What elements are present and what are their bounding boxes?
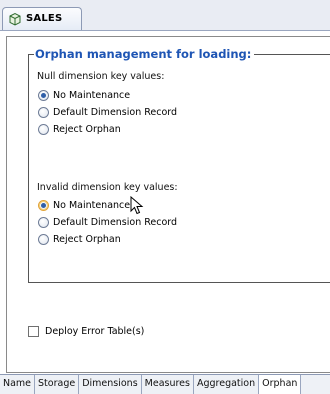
null-reject-orphan-radio[interactable] <box>38 123 49 135</box>
cube-editor-window: SALES Orphan management for loading: Nul… <box>0 0 330 394</box>
cube-icon <box>9 12 21 26</box>
null-default-dimension-record-radio[interactable] <box>38 106 49 118</box>
null-reject-orphan-label: Reject Orphan <box>53 123 121 135</box>
null-no-maintenance-option[interactable]: No Maintenance <box>38 87 130 103</box>
null-default-dimension-record-option[interactable]: Default Dimension Record <box>38 104 177 120</box>
tab-name[interactable]: Name <box>0 375 36 394</box>
mouse-pointer-icon <box>130 196 144 215</box>
invalid-no-maintenance-radio[interactable] <box>38 199 49 211</box>
invalid-reject-orphan-radio[interactable] <box>38 233 49 245</box>
editor-tab-strip: SALES <box>0 0 330 31</box>
null-no-maintenance-label: No Maintenance <box>53 89 131 101</box>
null-key-values-label: Null dimension key values: <box>37 71 165 82</box>
invalid-no-maintenance-option[interactable]: No Maintenance <box>38 197 130 213</box>
null-reject-orphan-option[interactable]: Reject Orphan <box>38 121 121 137</box>
invalid-reject-orphan-label: Reject Orphan <box>53 233 121 245</box>
invalid-default-dimension-record-radio[interactable] <box>38 216 49 228</box>
invalid-default-dimension-record-label: Default Dimension Record <box>53 216 178 228</box>
invalid-reject-orphan-option[interactable]: Reject Orphan <box>38 231 121 247</box>
tab-orphan[interactable]: Orphan <box>259 375 302 394</box>
orphan-management-title: Orphan management for loading: <box>34 47 255 61</box>
invalid-no-maintenance-label: No Maintenance <box>53 199 131 211</box>
null-no-maintenance-radio[interactable] <box>38 89 49 101</box>
invalid-key-values-label: Invalid dimension key values: <box>37 182 178 193</box>
deploy-error-tables-option[interactable]: Deploy Error Table(s) <box>28 326 144 337</box>
editor-tab-sales[interactable]: SALES <box>2 7 82 30</box>
deploy-error-tables-label: Deploy Error Table(s) <box>45 326 145 337</box>
deploy-error-tables-checkbox[interactable] <box>28 326 39 337</box>
bottom-tab-bar: Name Storage Dimensions Measures Aggrega… <box>0 374 330 394</box>
tab-storage[interactable]: Storage <box>35 375 80 394</box>
tab-dimensions[interactable]: Dimensions <box>79 375 142 394</box>
null-default-dimension-record-label: Default Dimension Record <box>53 106 178 118</box>
invalid-default-dimension-record-option[interactable]: Default Dimension Record <box>38 214 177 230</box>
tab-aggregation[interactable]: Aggregation <box>194 375 260 394</box>
tab-measures[interactable]: Measures <box>142 375 194 394</box>
editor-tab-label: SALES <box>26 13 63 24</box>
